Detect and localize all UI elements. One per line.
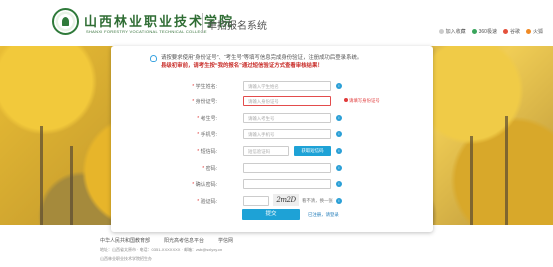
- captcha-input[interactable]: [243, 196, 269, 206]
- header: 山西林业职业技术学院 SHANXI FORESTRY VOCATIONAL TE…: [0, 0, 553, 46]
- get-sms-code-button[interactable]: 获取短信码: [294, 146, 331, 156]
- footer-link-moe[interactable]: 中华人民共和国教育部: [100, 237, 150, 244]
- footer-link-gaokao[interactable]: 阳光高考信息平台: [164, 237, 204, 244]
- school-name-en: SHANXI FORESTRY VOCATIONAL TECHNICAL COL…: [86, 29, 207, 34]
- school-seal-icon: [52, 8, 79, 35]
- footer-info: 地址：山西省太原市 · 电话：0351-XXXXXXX · 邮箱：zsb@sxl…: [100, 247, 223, 252]
- notice-warning: 县级初审前，请考生按“我的报名”通过短信验证方式查看审核结果！: [161, 63, 323, 69]
- info-icon[interactable]: i: [336, 198, 342, 204]
- star-icon: [438, 29, 444, 34]
- captcha-image[interactable]: 2m2D: [273, 194, 299, 206]
- info-icon[interactable]: i: [336, 83, 342, 89]
- chrome-icon: [502, 29, 508, 34]
- idcard-input[interactable]: 请输入身份证号: [243, 96, 331, 106]
- name-input[interactable]: 请输入学生姓名: [243, 81, 331, 91]
- logo-divider: [202, 13, 203, 33]
- field-row-password: * 密码: i: [111, 163, 433, 174]
- password-input[interactable]: [243, 163, 331, 173]
- field-row-confirm: * 确认密码: i: [111, 179, 433, 190]
- notice-text: 请按要求使用“身份证号”、“考生号”等填写信息完成身份验证，注册成功后登录系统。: [161, 55, 363, 61]
- login-link[interactable]: 已注册，请登录: [308, 212, 339, 218]
- field-row-captcha: * 验证码: 2m2D 看不清，换一张 i: [111, 194, 433, 207]
- idcard-error: 请填写身份证号: [344, 98, 380, 104]
- exam-number-input[interactable]: 请输入考生号: [243, 113, 331, 123]
- field-row-phone: * 手机号: 请输入手机号 i: [111, 129, 433, 140]
- confirm-password-input[interactable]: [243, 179, 331, 189]
- firefox-icon: [525, 29, 531, 34]
- info-icon[interactable]: i: [336, 148, 342, 154]
- footer-links: 中华人民共和国教育部 阳光高考信息平台 学信网: [100, 237, 233, 244]
- header-tools: 加入收藏 360极速 谷歌 火狐: [438, 28, 543, 35]
- tool-chrome[interactable]: 谷歌: [502, 28, 520, 35]
- field-row-examno: * 考生号: 请输入考生号 i: [111, 113, 433, 124]
- field-row-sms: * 短信码: 短信验证码 获取短信码 i: [111, 146, 433, 157]
- field-row-name: * 学生姓名: 请输入学生姓名 i: [111, 81, 433, 92]
- tool-360[interactable]: 360极速: [471, 28, 497, 35]
- info-icon[interactable]: i: [336, 115, 342, 121]
- tool-bookmark[interactable]: 加入收藏: [438, 28, 466, 35]
- footer-copyright: 山西林业职业技术学院招生办: [100, 256, 152, 261]
- notice: 请按要求使用“身份证号”、“考生号”等填写信息完成身份验证，注册成功后登录系统。…: [150, 54, 421, 70]
- phone-input[interactable]: 请输入手机号: [243, 129, 331, 139]
- browser-360-icon: [471, 29, 477, 34]
- registration-card: 请按要求使用“身份证号”、“考生号”等填写信息完成身份验证，注册成功后登录系统。…: [111, 46, 433, 232]
- field-row-idcard: * 身份证号: 请输入身份证号 请填写身份证号: [192, 96, 380, 106]
- info-icon[interactable]: i: [336, 131, 342, 137]
- error-icon: [344, 98, 348, 102]
- info-icon[interactable]: i: [336, 165, 342, 171]
- tool-firefox[interactable]: 火狐: [525, 28, 543, 35]
- lightbulb-icon: [150, 55, 157, 62]
- sms-code-input[interactable]: 短信验证码: [243, 146, 289, 156]
- footer-link-chsi[interactable]: 学信网: [218, 237, 233, 244]
- system-title: 单招报名系统: [207, 21, 267, 32]
- submit-button[interactable]: 提交: [242, 209, 300, 220]
- captcha-refresh-link[interactable]: 看不清，换一张: [302, 198, 333, 204]
- info-icon[interactable]: i: [336, 181, 342, 187]
